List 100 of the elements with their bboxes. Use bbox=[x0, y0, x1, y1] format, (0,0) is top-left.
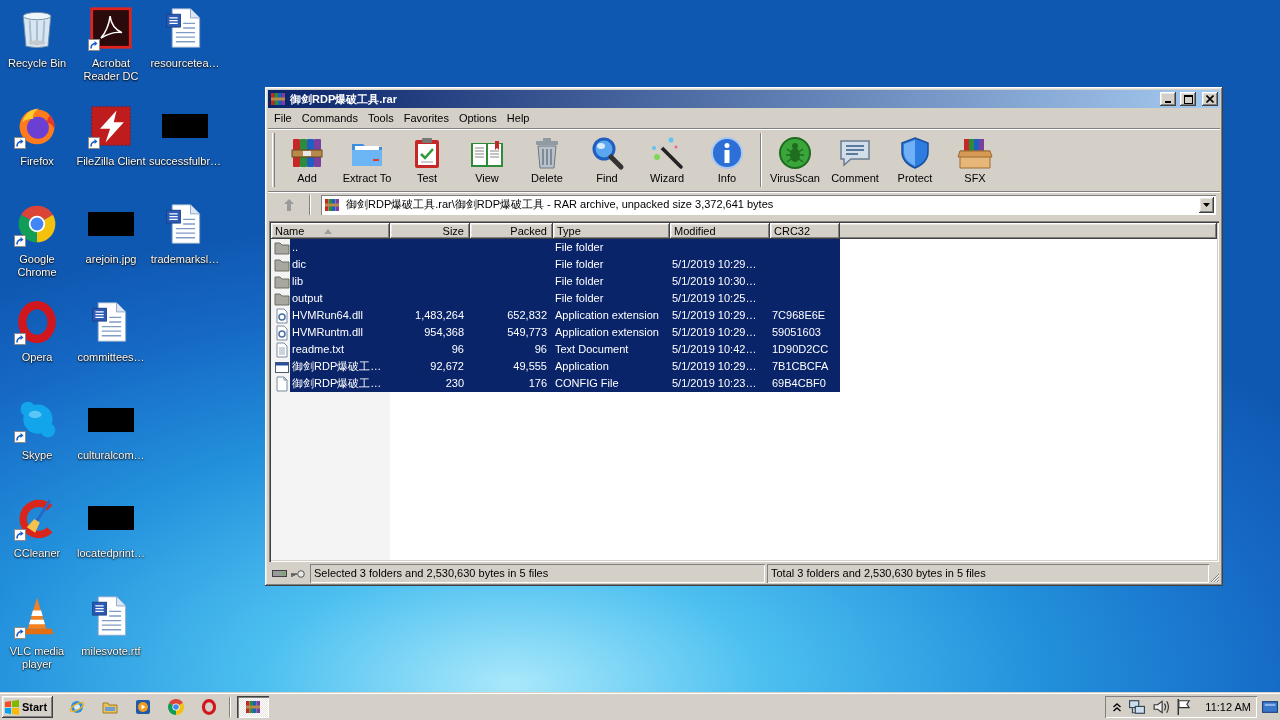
file-type: Application extension bbox=[555, 325, 659, 340]
toolbar-button[interactable]: Delete bbox=[517, 129, 577, 191]
pdf-app-icon[interactable] bbox=[89, 6, 133, 50]
dll-file-icon bbox=[274, 307, 290, 324]
desktop-icon-label[interactable]: trademarksl… bbox=[150, 253, 220, 266]
up-arrow-icon bbox=[284, 198, 294, 211]
file-row[interactable]: HVMRun64.dll 1,483,264 652,832 Application extension 5/1/2019 10:29… 7C968E6E bbox=[290, 307, 840, 324]
caret-down-icon bbox=[1203, 202, 1210, 207]
taskbar-button[interactable] bbox=[237, 696, 269, 718]
file-name: 御剑RDP爆破工… bbox=[292, 376, 382, 391]
toolbar-button[interactable]: View bbox=[457, 129, 517, 191]
image-thumbnail[interactable] bbox=[162, 114, 208, 138]
speaker-icon[interactable] bbox=[1153, 700, 1170, 714]
menu-item[interactable]: Commands bbox=[296, 110, 363, 127]
desktop-icon-label[interactable]: Google Chrome bbox=[0, 253, 74, 279]
magic-wand-icon bbox=[649, 135, 685, 171]
menu-item[interactable]: Options bbox=[453, 110, 502, 127]
desktop-icon-label[interactable]: Opera bbox=[21, 351, 53, 364]
start-button[interactable]: Start bbox=[2, 696, 53, 718]
column-header[interactable]: Packed bbox=[470, 223, 553, 239]
windows-flag-icon bbox=[5, 699, 19, 715]
file-name: HVMRuntm.dll bbox=[292, 325, 363, 340]
desktop-icon-label[interactable]: FileZilla Client bbox=[76, 155, 146, 168]
maximize-button[interactable] bbox=[1180, 92, 1196, 106]
file-row[interactable]: HVMRuntm.dll 954,368 549,773 Application extension 5/1/2019 10:29… 59051603 bbox=[290, 324, 840, 341]
packed-size: 652,832 bbox=[507, 308, 547, 323]
file-row[interactable]: output File folder 5/1/2019 10:25… bbox=[290, 290, 840, 307]
show-desktop-icon[interactable] bbox=[1262, 701, 1278, 713]
packed-size: 96 bbox=[534, 342, 547, 357]
show-hidden-icons-button[interactable] bbox=[1113, 702, 1122, 712]
modified-date: 5/1/2019 10:42… bbox=[672, 342, 757, 357]
toolbar-button[interactable]: Extract To bbox=[337, 129, 397, 191]
file-row[interactable]: 御剑RDP爆破工… 230 176 CONFIG File 5/1/2019 10:23… 69B4CBF0 bbox=[290, 375, 840, 392]
desktop-icon-label[interactable]: culturalcom… bbox=[77, 449, 145, 462]
archive-books-icon bbox=[270, 91, 286, 107]
file-row[interactable]: readme.txt 96 96 Text Document 5/1/2019 10:42… 1D90D2CC bbox=[290, 341, 840, 358]
filezilla-icon[interactable] bbox=[89, 104, 133, 148]
flag-icon[interactable] bbox=[1177, 699, 1192, 715]
desktop-icon-label[interactable]: committees… bbox=[77, 351, 145, 364]
toolbar-button[interactable]: Test bbox=[397, 129, 457, 191]
toolbar-button[interactable]: Find bbox=[577, 129, 637, 191]
file-row[interactable]: lib File folder 5/1/2019 10:30… bbox=[290, 273, 840, 290]
column-header[interactable]: Size bbox=[390, 223, 470, 239]
file-type: Text Document bbox=[555, 342, 629, 357]
image-thumbnail[interactable] bbox=[88, 506, 134, 530]
ie-browser-icon bbox=[69, 699, 85, 715]
path-field[interactable]: 御剑RDP爆破工具.rar\御剑RDP爆破工具 - RAR archive, unpacked size 3,372,641 bytes bbox=[321, 194, 1216, 215]
file-size: 92,672 bbox=[430, 359, 464, 374]
desktop-icon-label[interactable]: resourcetea… bbox=[150, 57, 220, 70]
menu-item[interactable]: Tools bbox=[363, 110, 399, 127]
desktop-icon-label[interactable]: Skype bbox=[21, 449, 53, 462]
desktop-icon-label[interactable]: Firefox bbox=[20, 155, 54, 168]
file-row[interactable]: 御剑RDP爆破工… 92,672 49,555 Application 5/1/2019 10:29… 7B1CBCFA bbox=[290, 358, 840, 375]
file-size: 96 bbox=[451, 342, 464, 357]
archive-books-icon bbox=[324, 196, 340, 213]
image-thumbnail[interactable] bbox=[88, 408, 134, 432]
toolbar-button[interactable]: Wizard bbox=[637, 129, 697, 191]
column-header[interactable]: Modified bbox=[670, 223, 770, 239]
close-button[interactable] bbox=[1202, 92, 1218, 106]
folder-icon bbox=[102, 699, 118, 715]
menu-item[interactable]: File bbox=[269, 110, 297, 127]
resize-grip-icon[interactable] bbox=[1211, 574, 1220, 583]
dropdown-button[interactable] bbox=[1199, 196, 1214, 213]
toolbar-button[interactable]: Comment bbox=[825, 129, 885, 191]
crc-value: 59051603 bbox=[772, 325, 821, 340]
file-row[interactable]: .. File folder bbox=[290, 239, 840, 256]
menu-item[interactable]: Help bbox=[501, 110, 535, 127]
maximize-icon bbox=[1183, 94, 1193, 104]
crc-value: 7B1CBCFA bbox=[772, 359, 829, 374]
file-size: 954,368 bbox=[424, 325, 464, 340]
desktop-icon-label[interactable]: successfulbr… bbox=[148, 155, 222, 168]
toolbar-button[interactable]: SFX bbox=[945, 129, 1005, 191]
toolbar-button[interactable]: Add bbox=[277, 129, 337, 191]
status-section: Total 3 folders and 2,530,630 bytes in 5 files bbox=[767, 564, 1209, 583]
toolbar-button[interactable]: Info bbox=[697, 129, 757, 191]
menu-item[interactable]: Favorites bbox=[398, 110, 454, 127]
modified-date: 5/1/2019 10:29… bbox=[672, 308, 757, 323]
network-icon[interactable] bbox=[1129, 700, 1146, 714]
minimize-button[interactable] bbox=[1160, 92, 1176, 106]
clock[interactable]: 11:12 AM bbox=[1199, 701, 1253, 713]
desktop-icon-label[interactable]: arejoin.jpg bbox=[85, 253, 137, 266]
column-header[interactable]: Type bbox=[553, 223, 670, 239]
file-name: output bbox=[292, 291, 323, 306]
chevron-up-icon bbox=[1113, 702, 1122, 712]
opera-icon[interactable] bbox=[15, 300, 59, 344]
modified-date: 5/1/2019 10:23… bbox=[672, 376, 757, 391]
toolbar-button[interactable]: VirusScan bbox=[765, 129, 825, 191]
opera-icon bbox=[201, 699, 217, 715]
image-thumbnail[interactable] bbox=[88, 212, 134, 236]
file-type: File folder bbox=[555, 274, 604, 289]
file-size: 1,483,264 bbox=[415, 308, 464, 323]
desktop-icon-label[interactable]: Acrobat Reader DC bbox=[74, 57, 148, 83]
packed-size: 549,773 bbox=[507, 325, 547, 340]
info-icon bbox=[709, 135, 745, 171]
modified-date: 5/1/2019 10:29… bbox=[672, 257, 757, 272]
file-type: File folder bbox=[555, 240, 604, 255]
column-header[interactable]: CRC32 bbox=[770, 223, 840, 239]
desktop-icon-label[interactable]: Recycle Bin bbox=[7, 57, 67, 70]
toolbar-button[interactable]: Protect bbox=[885, 129, 945, 191]
file-row[interactable]: dic File folder 5/1/2019 10:29… bbox=[290, 256, 840, 273]
